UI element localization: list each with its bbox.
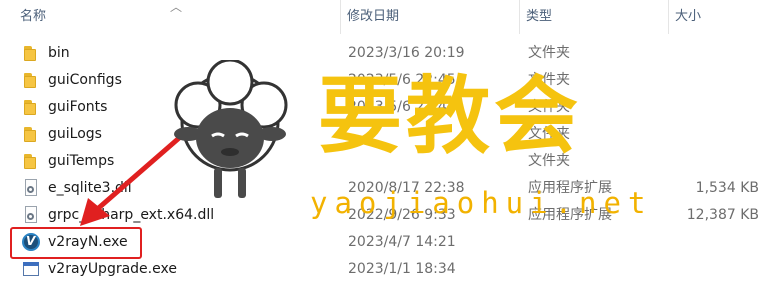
watermark-url: yaojiaohui.net <box>310 186 653 220</box>
column-header-date-label: 修改日期 <box>347 9 400 24</box>
file-date: 2023/1/1 18:34 <box>348 261 456 277</box>
column-header-size[interactable]: 大小 <box>669 0 779 34</box>
file-name: bin <box>48 45 70 61</box>
watermark-title: 要教会 <box>318 66 583 165</box>
file-size: 1,534 KB <box>695 180 759 196</box>
file-row-bin[interactable]: bin 2023/3/16 20:19 文件夹 <box>0 40 779 67</box>
column-header-type[interactable]: 类型 <box>520 0 668 34</box>
dll-file-icon <box>22 206 40 224</box>
file-date: 2023/4/7 14:21 <box>348 234 456 250</box>
file-name: guiFonts <box>48 99 108 115</box>
sort-ascending-icon: ︿ <box>170 0 183 14</box>
file-type: 文件夹 <box>528 45 570 61</box>
column-header-size-label: 大小 <box>675 9 702 24</box>
column-header-date[interactable]: 修改日期 <box>341 0 519 34</box>
folder-icon <box>22 152 40 170</box>
dll-file-icon <box>22 179 40 197</box>
window-app-icon <box>22 260 40 278</box>
sheep-mascot-icon <box>174 60 288 198</box>
folder-icon <box>22 98 40 116</box>
folder-icon <box>22 44 40 62</box>
file-row-v2rayupgrade[interactable]: v2rayUpgrade.exe 2023/1/1 18:34 <box>0 256 779 283</box>
column-header-type-label: 类型 <box>526 9 553 24</box>
folder-icon <box>22 125 40 143</box>
file-name: guiConfigs <box>48 72 122 88</box>
folder-icon <box>22 71 40 89</box>
column-header-bar: 名称 ︿ 修改日期 类型 大小 <box>0 0 779 34</box>
file-size: 12,387 KB <box>686 207 759 223</box>
file-name: v2rayUpgrade.exe <box>48 261 177 277</box>
file-date: 2023/3/16 20:19 <box>348 45 465 61</box>
column-header-name-label: 名称 <box>20 9 47 24</box>
